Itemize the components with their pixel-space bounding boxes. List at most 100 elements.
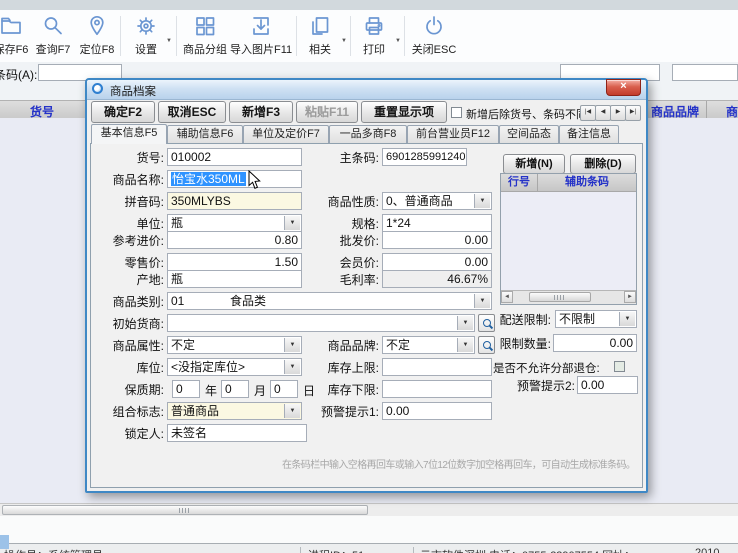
scroll-right-icon[interactable] (624, 291, 636, 303)
toolbar-button-import-image[interactable]: 导入图片F11 (230, 12, 292, 60)
toolbar-button-product-group[interactable]: 商品分组 (180, 12, 230, 60)
locker-field[interactable]: 未签名 (167, 424, 307, 442)
wholesale-label: 批发价: (307, 233, 379, 249)
toolbar-button-query[interactable]: 查询F7 (30, 12, 76, 60)
scroll-left-icon[interactable] (501, 291, 513, 303)
chevron-down-icon[interactable] (284, 360, 300, 374)
toolbar-button-settings[interactable]: 设置 (124, 12, 168, 60)
combo-value: 普通商品 (171, 404, 219, 418)
horizontal-scrollbar[interactable] (0, 503, 738, 517)
toolbar-button-print[interactable]: 打印 (354, 12, 394, 60)
background-field[interactable] (672, 64, 738, 81)
close-icon[interactable] (606, 79, 641, 96)
nav-first-button[interactable] (580, 105, 596, 121)
product-name-field[interactable]: 怡宝水350ML (167, 170, 302, 188)
product-name-label: 商品名称: (92, 172, 164, 188)
pinyin-field[interactable]: 350MLYBS (167, 192, 302, 210)
duplicate-option-checkbox[interactable] (451, 107, 462, 118)
main-barcode-field[interactable]: 6901285991240 (382, 148, 467, 166)
paste-button[interactable]: 粘贴F11 (296, 101, 358, 123)
shelf-life-label: 保质期: (92, 382, 164, 398)
tab-aux-info[interactable]: 辅助信息F6 (167, 125, 243, 143)
warn2-field[interactable]: 0.00 (577, 376, 638, 394)
shelf-day-field[interactable]: 0 (270, 380, 298, 398)
status-bar: 操作员：系统管理员 进程ID：51 云市软件深圳 电话：0755-2390755… (0, 543, 738, 553)
origin-label: 产地: (92, 272, 164, 288)
ok-button[interactable]: 确定F2 (91, 101, 155, 123)
cancel-button[interactable]: 取消ESC (158, 101, 226, 123)
bin-label: 库位: (92, 360, 164, 376)
product-archive-dialog: 商品档案 确定F2 取消ESC 新增F3 粘贴F11 重置显示项 新增后除货号、… (85, 78, 648, 493)
chevron-down-icon[interactable] (457, 338, 473, 352)
bin-select[interactable]: <没指定库位> (167, 358, 302, 376)
nav-last-button[interactable] (625, 105, 641, 121)
stock-upper-field[interactable] (382, 358, 492, 376)
nav-next-button[interactable] (610, 105, 626, 121)
no-branch-return-checkbox[interactable] (614, 361, 625, 372)
chevron-down-icon[interactable] (284, 404, 300, 418)
attr-select[interactable]: 不定 (167, 336, 302, 354)
add-button[interactable]: 新增F3 (229, 101, 293, 123)
aux-table-scrollbar[interactable] (501, 290, 636, 304)
dropdown-caret-icon[interactable] (341, 38, 347, 44)
brand-select[interactable]: 不定 (382, 336, 475, 354)
toolbar-button-save[interactable]: 保存F6 (0, 12, 34, 60)
spec-field[interactable]: 1*24 (382, 214, 492, 232)
tab-space-state[interactable]: 空间品态 (499, 125, 559, 143)
chevron-down-icon[interactable] (457, 316, 473, 330)
dropdown-caret-icon[interactable] (166, 38, 172, 44)
tab-multi-vendor[interactable]: 一品多商F8 (329, 125, 407, 143)
limit-qty-field[interactable]: 0.00 (553, 334, 637, 352)
retail-field[interactable]: 1.50 (167, 253, 302, 271)
scrollbar-thumb[interactable] (2, 505, 368, 515)
nature-select[interactable]: 0、普通商品 (382, 192, 492, 210)
nav-prev-button[interactable] (595, 105, 611, 121)
chevron-down-icon[interactable] (284, 216, 300, 230)
margin-field[interactable]: 46.67% (382, 270, 492, 288)
location-pin-icon (74, 14, 120, 40)
tab-front-clerk[interactable]: 前台营业员F12 (407, 125, 499, 143)
chevron-down-icon[interactable] (284, 338, 300, 352)
item-no-label: 货号: (92, 150, 164, 166)
tab-remarks[interactable]: 备注信息 (559, 125, 619, 143)
origin-field[interactable]: 瓶 (167, 270, 302, 288)
shelf-month-field[interactable]: 0 (221, 380, 249, 398)
toolbar-button-locate[interactable]: 定位F8 (74, 12, 120, 60)
toolbar-separator (350, 16, 351, 56)
aux-add-button[interactable]: 新增(N) (503, 154, 565, 174)
col-aux-barcode[interactable]: 辅助条码 (538, 174, 636, 191)
tab-basic-info[interactable]: 基本信息F5 (91, 124, 167, 144)
chevron-down-icon[interactable] (474, 194, 490, 208)
unit-select[interactable]: 瓶 (167, 214, 302, 232)
dropdown-caret-icon[interactable] (395, 38, 401, 44)
attr-label: 商品属性: (92, 338, 164, 354)
search-icon (30, 14, 76, 40)
wholesale-field[interactable]: 0.00 (382, 231, 492, 249)
delivery-limit-select[interactable]: 不限制 (555, 310, 637, 328)
toolbar-button-label: 设置 (124, 41, 168, 57)
combo-flag-label: 组合标志: (92, 404, 164, 420)
category-select[interactable]: 01 食品类 (167, 292, 492, 310)
chevron-down-icon[interactable] (474, 294, 490, 308)
col-row-no[interactable]: 行号 (501, 174, 538, 191)
brand-value: 不定 (386, 338, 410, 352)
member-price-field[interactable]: 0.00 (382, 253, 492, 271)
initial-vendor-select[interactable] (167, 314, 475, 332)
aux-delete-button[interactable]: 删除(D) (570, 154, 636, 174)
stock-lower-field[interactable] (382, 380, 492, 398)
warn1-field[interactable]: 0.00 (382, 402, 492, 420)
shelf-year-field[interactable]: 0 (172, 380, 200, 398)
combo-flag-select[interactable]: 普通商品 (167, 402, 302, 420)
aux-barcode-table: 行号 辅助条码 (500, 173, 637, 305)
ref-price-field[interactable]: 0.80 (167, 231, 302, 249)
chevron-down-icon[interactable] (619, 312, 635, 326)
toolbar-button-related[interactable]: 相关 (300, 12, 340, 60)
item-no-field[interactable]: 010002 (167, 148, 302, 166)
reset-display-button[interactable]: 重置显示项 (361, 101, 447, 123)
dialog-title-bar[interactable]: 商品档案 (87, 80, 646, 100)
retail-label: 零售价: (92, 255, 164, 271)
toolbar-button-close[interactable]: 关闭ESC (408, 12, 460, 60)
aux-scrollbar-thumb[interactable] (529, 292, 591, 302)
tab-unit-pricing[interactable]: 单位及定价F7 (243, 125, 329, 143)
status-vendor-info: 云市软件深圳 电话：0755-23907554 网址： (420, 547, 635, 553)
